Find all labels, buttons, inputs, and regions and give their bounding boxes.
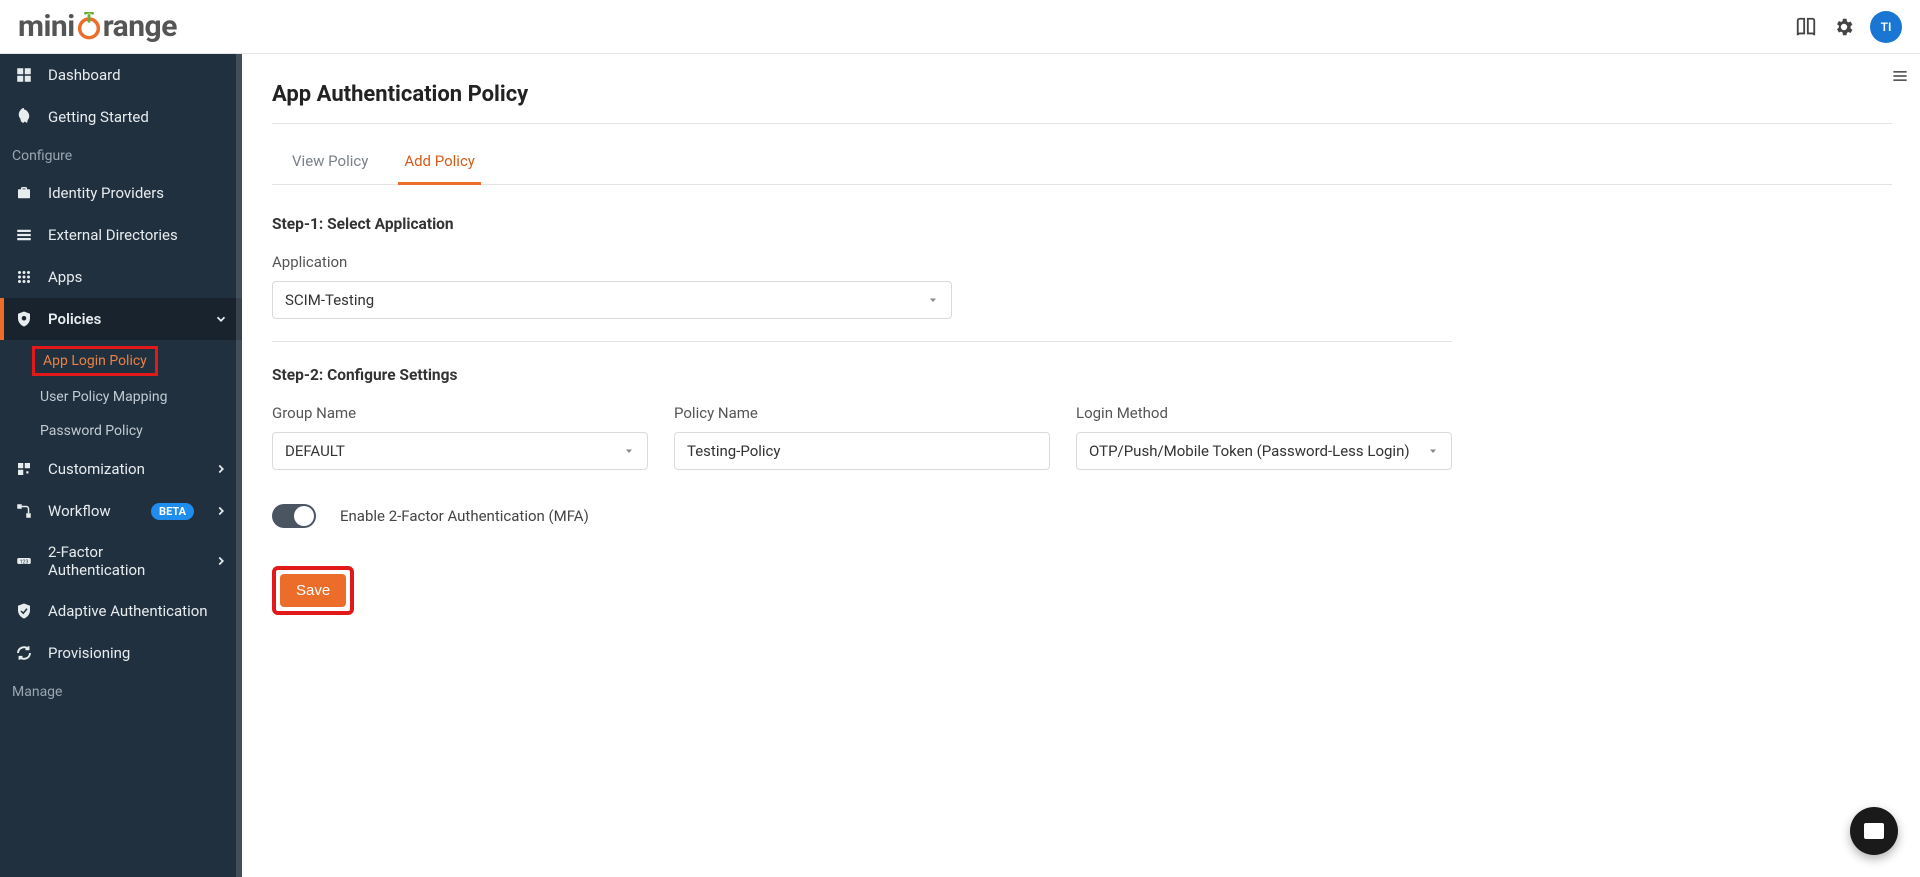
- briefcase-icon: [14, 183, 34, 203]
- sidebar-item-label: Provisioning: [48, 644, 130, 662]
- login-method-select[interactable]: OTP/Push/Mobile Token (Password-Less Log…: [1076, 432, 1452, 470]
- caret-down-icon: [1427, 445, 1439, 457]
- sidebar-item-adaptive-auth[interactable]: Adaptive Authentication: [0, 590, 242, 632]
- application-select[interactable]: SCIM-Testing: [272, 281, 952, 319]
- sidebar-item-label: Identity Providers: [48, 184, 164, 202]
- avatar[interactable]: TI: [1870, 11, 1902, 43]
- login-method-value: OTP/Push/Mobile Token (Password-Less Log…: [1089, 442, 1410, 460]
- mfa-label: Enable 2-Factor Authentication (MFA): [340, 507, 589, 525]
- rocket-icon: [14, 107, 34, 127]
- svg-text:123: 123: [20, 559, 29, 565]
- sidebar-section-manage: Manage: [0, 674, 242, 708]
- sidebar-item-label: Apps: [48, 268, 82, 286]
- sidebar-item-identity-providers[interactable]: Identity Providers: [0, 172, 242, 214]
- sidebar-item-label: External Directories: [48, 226, 178, 244]
- puzzle-icon: [14, 459, 34, 479]
- docs-icon[interactable]: [1794, 15, 1818, 39]
- tabs: View Policy Add Policy: [272, 142, 1892, 185]
- page-title: App Authentication Policy: [272, 76, 1892, 107]
- gear-icon[interactable]: [1832, 15, 1856, 39]
- sidebar-item-label: Policies: [48, 310, 101, 328]
- application-label: Application: [272, 253, 1452, 271]
- sidebar-item-getting-started[interactable]: Getting Started: [0, 96, 242, 138]
- sidebar-sub-password-policy[interactable]: Password Policy: [0, 414, 242, 448]
- dashboard-icon: [14, 65, 34, 85]
- beta-badge: BETA: [151, 503, 194, 520]
- chevron-right-icon: [214, 554, 228, 568]
- application-value: SCIM-Testing: [285, 291, 374, 309]
- main-content: App Authentication Policy View Policy Ad…: [242, 54, 1920, 877]
- sidebar-item-apps[interactable]: Apps: [0, 256, 242, 298]
- caret-down-icon: [623, 445, 635, 457]
- pin-icon: 123: [14, 551, 34, 571]
- grid-icon: [14, 267, 34, 287]
- sidebar-sub-user-policy-mapping[interactable]: User Policy Mapping: [0, 380, 242, 414]
- sidebar-item-label: Workflow: [48, 502, 111, 520]
- tab-view-policy[interactable]: View Policy: [286, 142, 374, 184]
- sidebar-item-label: 2-Factor Authentication: [48, 543, 200, 579]
- sidebar-item-dashboard[interactable]: Dashboard: [0, 54, 242, 96]
- chevron-right-icon: [214, 504, 228, 518]
- sidebar-item-provisioning[interactable]: Provisioning: [0, 632, 242, 674]
- sidebar-item-label: Dashboard: [48, 66, 121, 84]
- sidebar-section-configure: Configure: [0, 138, 242, 172]
- group-name-value: DEFAULT: [285, 442, 345, 460]
- sync-icon: [14, 643, 34, 663]
- policy-name-input[interactable]: Testing-Policy: [674, 432, 1050, 470]
- policy-name-value: Testing-Policy: [687, 442, 781, 460]
- tab-add-policy[interactable]: Add Policy: [398, 142, 481, 185]
- toggle-knob: [294, 506, 314, 526]
- divider: [272, 123, 1892, 124]
- login-method-label: Login Method: [1076, 404, 1452, 422]
- check-shield-icon: [14, 601, 34, 621]
- policy-name-label: Policy Name: [674, 404, 1050, 422]
- mail-icon: [1862, 819, 1886, 843]
- shield-icon: [14, 309, 34, 329]
- sidebar-item-label: Getting Started: [48, 108, 149, 126]
- sidebar-item-2fa[interactable]: 123 2-Factor Authentication: [0, 532, 242, 590]
- logo[interactable]: minirange: [18, 9, 177, 44]
- list-icon: [14, 225, 34, 245]
- divider: [272, 341, 1452, 342]
- sidebar-item-label: Adaptive Authentication: [48, 602, 208, 620]
- chevron-down-icon: [214, 312, 228, 326]
- mfa-toggle[interactable]: [272, 504, 316, 528]
- hamburger-icon[interactable]: [1888, 64, 1912, 88]
- sidebar-item-policies[interactable]: Policies: [0, 298, 242, 340]
- contact-fab[interactable]: [1850, 807, 1898, 855]
- sidebar-item-label: Customization: [48, 460, 145, 478]
- sidebar-sub-app-login-policy[interactable]: App Login Policy: [32, 346, 158, 376]
- step-2-label: Step-2: Configure Settings: [272, 366, 1452, 384]
- workflow-icon: [14, 501, 34, 521]
- sidebar-item-customization[interactable]: Customization: [0, 448, 242, 490]
- save-button[interactable]: Save: [280, 574, 346, 607]
- save-highlight: Save: [272, 566, 354, 615]
- group-name-label: Group Name: [272, 404, 648, 422]
- sidebar-item-workflow[interactable]: Workflow BETA: [0, 490, 242, 532]
- step-1-label: Step-1: Select Application: [272, 215, 1452, 233]
- group-name-select[interactable]: DEFAULT: [272, 432, 648, 470]
- chevron-right-icon: [214, 462, 228, 476]
- sidebar: Dashboard Getting Started Configure Iden…: [0, 54, 242, 877]
- sidebar-item-external-directories[interactable]: External Directories: [0, 214, 242, 256]
- caret-down-icon: [927, 294, 939, 306]
